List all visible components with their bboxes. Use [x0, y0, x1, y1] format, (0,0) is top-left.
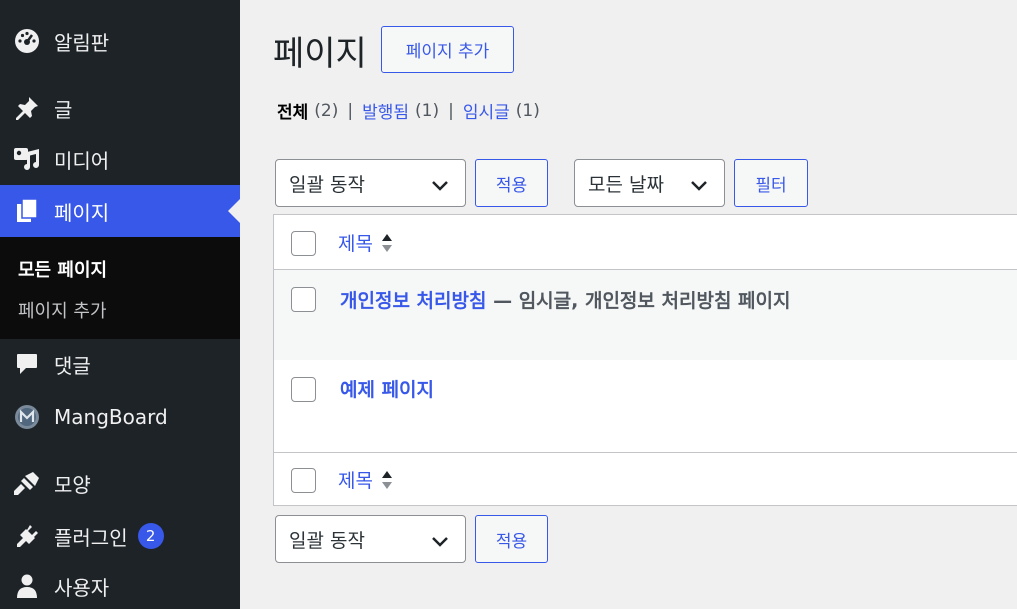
submenu-add-page[interactable]: 페이지 추가 — [18, 297, 107, 323]
sidebar-item-label: 미디어 — [54, 148, 110, 173]
chevron-down-icon — [431, 532, 449, 554]
table-row: 개인정보 처리방침 — 임시글, 개인정보 처리방침 페이지 — [274, 270, 1017, 360]
date-filter-select[interactable]: 모든 날짜 — [574, 159, 725, 207]
bulk-action-select-top[interactable]: 일괄 동작 — [275, 159, 466, 207]
sidebar-item-label: 글 — [54, 97, 73, 122]
add-new-page-button[interactable]: 페이지 추가 — [381, 26, 514, 73]
filter-separator: | — [347, 100, 354, 121]
sort-arrows-icon — [381, 469, 393, 491]
bulk-action-select-bottom[interactable]: 일괄 동작 — [275, 515, 466, 563]
bulk-action-value: 일괄 동작 — [289, 173, 365, 196]
date-filter-value: 모든 날짜 — [588, 173, 664, 196]
sidebar-item-label: 모양 — [54, 472, 91, 497]
sidebar-item-label: MangBoard — [54, 405, 168, 429]
sidebar-item-posts[interactable]: 글 — [0, 87, 240, 129]
pin-icon — [0, 95, 54, 121]
sidebar-item-plugins[interactable]: 플러그인 2 — [0, 515, 240, 557]
pages-table: 제목 개인정보 처리방침 — 임시글, 개인정보 처리방침 페이지 예제 페이지… — [273, 214, 1017, 506]
sidebar-item-media[interactable]: 미디어 — [0, 138, 240, 180]
media-icon — [0, 146, 54, 172]
sidebar-item-label: 사용자 — [54, 575, 110, 600]
sidebar-item-label: 알림판 — [54, 30, 110, 55]
bulk-action-value: 일괄 동작 — [289, 529, 365, 552]
select-all-checkbox-bottom[interactable] — [291, 468, 316, 493]
column-title-sort[interactable]: 제목 — [338, 229, 393, 256]
sidebar-item-pages[interactable]: 페이지 — [0, 185, 240, 237]
row-post-state: — 임시글, 개인정보 처리방침 페이지 — [486, 290, 791, 312]
filter-published-count: (1) — [415, 100, 440, 121]
column-title-label: 제목 — [338, 470, 373, 492]
plugins-icon — [0, 523, 54, 549]
filter-draft-count: (1) — [515, 100, 540, 121]
sidebar-item-label: 댓글 — [54, 353, 91, 378]
row-checkbox[interactable] — [291, 287, 316, 312]
plugin-update-badge: 2 — [137, 523, 164, 549]
filter-button[interactable]: 필터 — [734, 159, 808, 207]
table-row: 예제 페이지 — [274, 360, 1017, 452]
appearance-icon — [0, 470, 54, 496]
sidebar-item-mangboard[interactable]: MangBoard — [0, 396, 240, 438]
select-all-checkbox[interactable] — [291, 231, 316, 256]
table-header: 제목 — [274, 215, 1017, 270]
admin-sidebar: 알림판 글 미디어 페이지 모든 페이지 페이지 추가 댓글 MangBoard — [0, 0, 240, 609]
page-title: 페이지 — [273, 34, 367, 74]
filter-separator: | — [448, 100, 454, 121]
row-title-link[interactable]: 예제 페이지 — [340, 379, 434, 401]
row-title-cell: 개인정보 처리방침 — 임시글, 개인정보 처리방침 페이지 — [340, 286, 790, 313]
row-checkbox[interactable] — [291, 377, 316, 402]
users-icon — [0, 573, 54, 599]
sidebar-item-appearance[interactable]: 모양 — [0, 462, 240, 504]
pages-submenu: 모든 페이지 페이지 추가 — [0, 237, 240, 339]
apply-button-top[interactable]: 적용 — [475, 159, 548, 207]
filter-all[interactable]: 전체 — [277, 98, 308, 123]
mangboard-icon — [0, 404, 54, 430]
apply-button-bottom[interactable]: 적용 — [475, 515, 548, 563]
dashboard-icon — [0, 28, 54, 54]
sidebar-item-comments[interactable]: 댓글 — [0, 343, 240, 385]
filter-published[interactable]: 발행됨 — [362, 98, 409, 123]
status-filter-links: 전체 (2) | 발행됨 (1) | 임시글 (1) — [277, 98, 540, 124]
row-title-link[interactable]: 개인정보 처리방침 — [340, 290, 486, 312]
chevron-down-icon — [690, 176, 708, 198]
column-title-label: 제목 — [338, 233, 373, 255]
filter-draft[interactable]: 임시글 — [463, 98, 510, 123]
submenu-all-pages[interactable]: 모든 페이지 — [18, 256, 107, 282]
table-footer: 제목 — [274, 452, 1017, 506]
filter-all-count: (2) — [314, 100, 339, 121]
sidebar-item-label: 페이지 — [54, 200, 110, 225]
sidebar-item-users[interactable]: 사용자 — [0, 565, 240, 607]
main-content: 페이지 페이지 추가 전체 (2) | 발행됨 (1) | 임시글 (1) 일괄… — [240, 0, 1017, 609]
sidebar-item-label: 플러그인 — [54, 525, 128, 550]
row-title-cell: 예제 페이지 — [340, 375, 434, 402]
comments-icon — [0, 351, 54, 377]
sidebar-item-dashboard[interactable]: 알림판 — [0, 20, 240, 62]
sort-arrows-icon — [381, 232, 393, 254]
column-title-sort-bottom[interactable]: 제목 — [338, 466, 393, 493]
pages-icon — [0, 198, 54, 224]
chevron-down-icon — [431, 176, 449, 198]
